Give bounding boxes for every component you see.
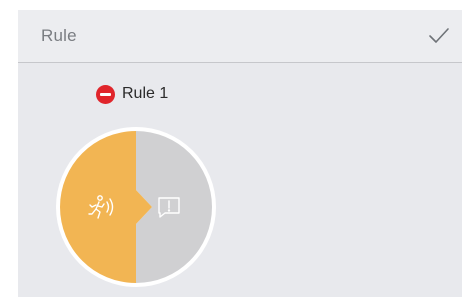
page-title: Rule	[41, 26, 77, 45]
checkmark-icon[interactable]	[428, 25, 450, 47]
header-bar: Rule	[18, 10, 462, 63]
rule-item: Rule 1	[96, 83, 168, 105]
rule-name: Rule 1	[122, 85, 169, 102]
minus-circle-icon[interactable]	[96, 84, 115, 104]
rule-screen: Rule Rule 1	[18, 10, 462, 297]
rule-dial[interactable]	[55, 126, 217, 288]
